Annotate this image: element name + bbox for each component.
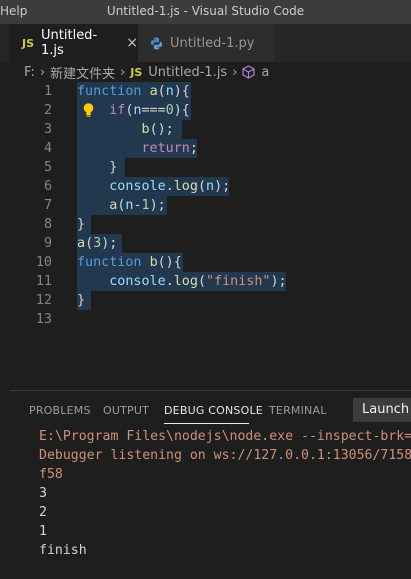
code-line: 2 if(n===0){ (0, 101, 411, 120)
python-file-icon (150, 37, 163, 50)
code-line: 9 a(3); (0, 234, 411, 253)
code-line: 12 } (0, 291, 411, 310)
line-number: 7 (43, 198, 52, 213)
code-line: 7 a(n-1); (0, 196, 411, 215)
code-line: 6 console.log(n); (0, 177, 411, 196)
code-text: console.log(n); (109, 179, 231, 194)
line-number: 1 (43, 84, 52, 99)
chevron-right-icon: › (39, 64, 46, 80)
code-text: a(3); (77, 236, 118, 251)
window-title: Untitled-1.js - Visual Studio Code (106, 4, 305, 18)
tab-problems[interactable]: PROBLEMS (29, 404, 91, 417)
console-line: Debugger listening on ws://127.0.0.1:130… (39, 448, 411, 463)
debug-console-output: E:\Program Files\nodejs\node.exe --inspe… (39, 427, 411, 560)
editor-tab-bar: JS Untitled-1.js × Untitled-1.py (0, 24, 411, 62)
code-text: if(n===0){ (109, 103, 190, 118)
code-line: 11 console.log("finish"); (0, 272, 411, 291)
line-number: 10 (35, 255, 52, 270)
line-number: 13 (35, 312, 52, 327)
console-line: 3 (39, 486, 47, 501)
symbol-method-icon (242, 65, 256, 79)
line-number: 4 (43, 141, 52, 156)
code-line: 4 return; (0, 139, 411, 158)
code-text: } (77, 217, 86, 232)
breadcrumb: F: › 新建文件夹 › JS Untitled-1.js › a (24, 62, 411, 82)
breadcrumb-drive[interactable]: F: (24, 65, 35, 80)
tab-label: Untitled-1.js (41, 28, 98, 58)
console-line: 2 (39, 505, 47, 520)
javascript-file-icon: JS (22, 36, 35, 50)
code-text: b(); (141, 122, 174, 137)
code-text: console.log("finish"); (109, 274, 287, 289)
close-icon[interactable]: × (126, 35, 138, 51)
console-line: 1 (39, 524, 47, 539)
code-line: 3 b(); (0, 120, 411, 139)
javascript-file-icon: JS (130, 65, 143, 79)
panel-tab-bar: PROBLEMS OUTPUT DEBUG CONSOLE TERMINAL (10, 391, 411, 429)
code-text: } (77, 293, 86, 308)
chevron-right-icon: › (120, 64, 126, 80)
title-bar: Help Untitled-1.js - Visual Studio Code (0, 0, 411, 24)
console-line: finish (39, 543, 87, 558)
tab-terminal[interactable]: TERMINAL (269, 404, 327, 417)
code-line: 1 function a(n){ (0, 82, 411, 101)
chevron-right-icon: › (232, 64, 238, 80)
tab-untitled-1-py[interactable]: Untitled-1.py (138, 24, 274, 62)
line-number: 8 (43, 217, 52, 232)
active-tab-underline (164, 423, 249, 424)
line-number: 3 (43, 122, 52, 137)
tab-output[interactable]: OUTPUT (103, 404, 149, 417)
tab-debug-console[interactable]: DEBUG CONSOLE (164, 404, 263, 417)
code-text: function b(){ (77, 255, 182, 270)
tab-untitled-1-js[interactable]: JS Untitled-1.js × (10, 24, 138, 62)
code-text: } (109, 160, 118, 175)
line-number: 2 (43, 103, 52, 118)
line-number: 6 (43, 179, 52, 194)
console-line: f58 (39, 467, 63, 482)
code-text: return; (141, 141, 198, 156)
breadcrumb-file[interactable]: Untitled-1.js (148, 65, 227, 80)
code-text: a(n-1); (109, 198, 166, 213)
line-number: 12 (35, 293, 52, 308)
code-text: function a(n){ (77, 84, 190, 99)
code-line: 8 } (0, 215, 411, 234)
line-number: 9 (43, 236, 52, 251)
launch-config-select[interactable]: Launch (353, 398, 411, 422)
code-editor[interactable]: 1 function a(n){ 2 if(n===0){ 3 b(); 4 r… (0, 82, 411, 390)
tab-label: Untitled-1.py (170, 35, 255, 51)
code-line: 5 } (0, 158, 411, 177)
line-number: 11 (35, 274, 52, 289)
breadcrumb-symbol[interactable]: a (261, 65, 269, 80)
code-line: 10 function b(){ (0, 253, 411, 272)
line-number: 5 (43, 160, 52, 175)
code-line: 13 (0, 310, 411, 329)
breadcrumb-folder[interactable]: 新建文件夹 (50, 63, 115, 82)
console-line: E:\Program Files\nodejs\node.exe --inspe… (39, 429, 411, 444)
